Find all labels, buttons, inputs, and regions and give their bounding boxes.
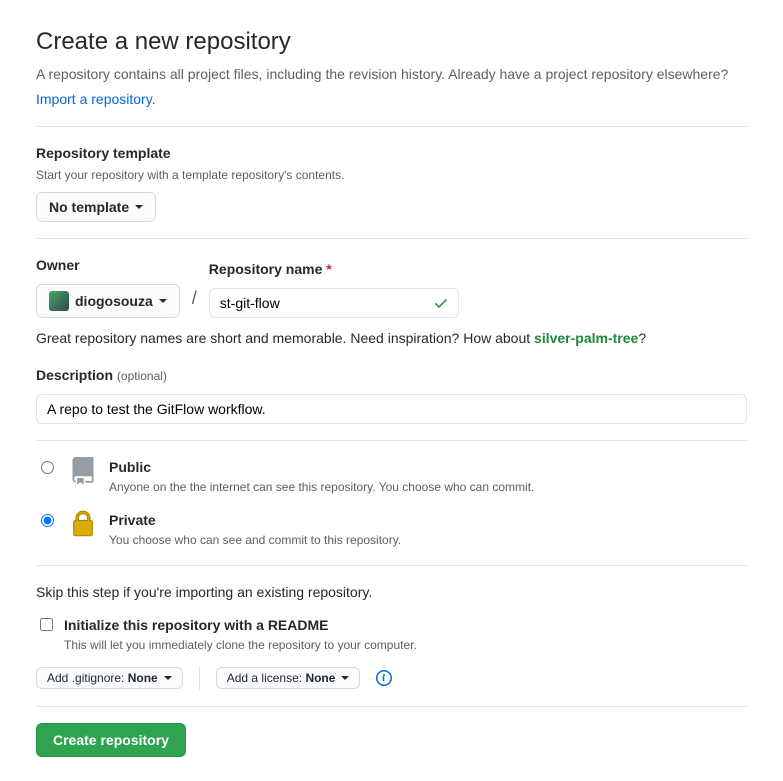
description-input[interactable] (36, 394, 747, 424)
repo-icon (69, 457, 97, 485)
private-description: You choose who can see and commit to thi… (109, 531, 401, 549)
divider (36, 706, 747, 707)
page-title: Create a new repository (36, 24, 747, 60)
page-subtitle: A repository contains all project files,… (36, 64, 747, 85)
gitignore-select[interactable]: Add .gitignore: None (36, 667, 183, 689)
info-icon[interactable] (376, 670, 392, 686)
private-title: Private (109, 510, 401, 531)
divider (36, 565, 747, 566)
public-description: Anyone on the the internet can see this … (109, 478, 534, 496)
visibility-private-radio[interactable] (41, 514, 54, 527)
name-hint: Great repository names are short and mem… (36, 328, 747, 349)
divider-vertical (199, 666, 200, 690)
public-title: Public (109, 457, 534, 478)
chevron-down-icon (341, 676, 349, 680)
license-select[interactable]: Add a license: None (216, 667, 361, 689)
suggested-name-link[interactable]: silver-palm-tree (534, 330, 638, 346)
skip-note: Skip this step if you're importing an ex… (36, 582, 747, 603)
readme-checkbox[interactable] (40, 618, 53, 631)
divider (36, 126, 747, 127)
readme-description: This will let you immediately clone the … (64, 636, 417, 654)
owner-label: Owner (36, 255, 180, 276)
lock-icon (69, 510, 97, 538)
repo-name-input[interactable] (209, 288, 459, 318)
visibility-public-radio[interactable] (41, 461, 54, 474)
owner-select[interactable]: diogosouza (36, 284, 180, 318)
repo-name-label: Repository name * (209, 259, 459, 280)
avatar (49, 291, 69, 311)
readme-label: Initialize this repository with a README (64, 615, 417, 636)
required-indicator: * (326, 261, 331, 277)
divider (36, 238, 747, 239)
chevron-down-icon (164, 676, 172, 680)
import-repository-link[interactable]: Import a repository. (36, 91, 156, 107)
template-label: Repository template (36, 143, 747, 164)
description-label: Description (optional) (36, 365, 747, 386)
check-icon (433, 295, 449, 311)
template-select[interactable]: No template (36, 192, 156, 222)
create-repository-button[interactable]: Create repository (36, 723, 186, 757)
divider (36, 440, 747, 441)
template-description: Start your repository with a template re… (36, 166, 747, 184)
chevron-down-icon (135, 205, 143, 209)
chevron-down-icon (159, 299, 167, 303)
slash-separator: / (192, 285, 197, 318)
